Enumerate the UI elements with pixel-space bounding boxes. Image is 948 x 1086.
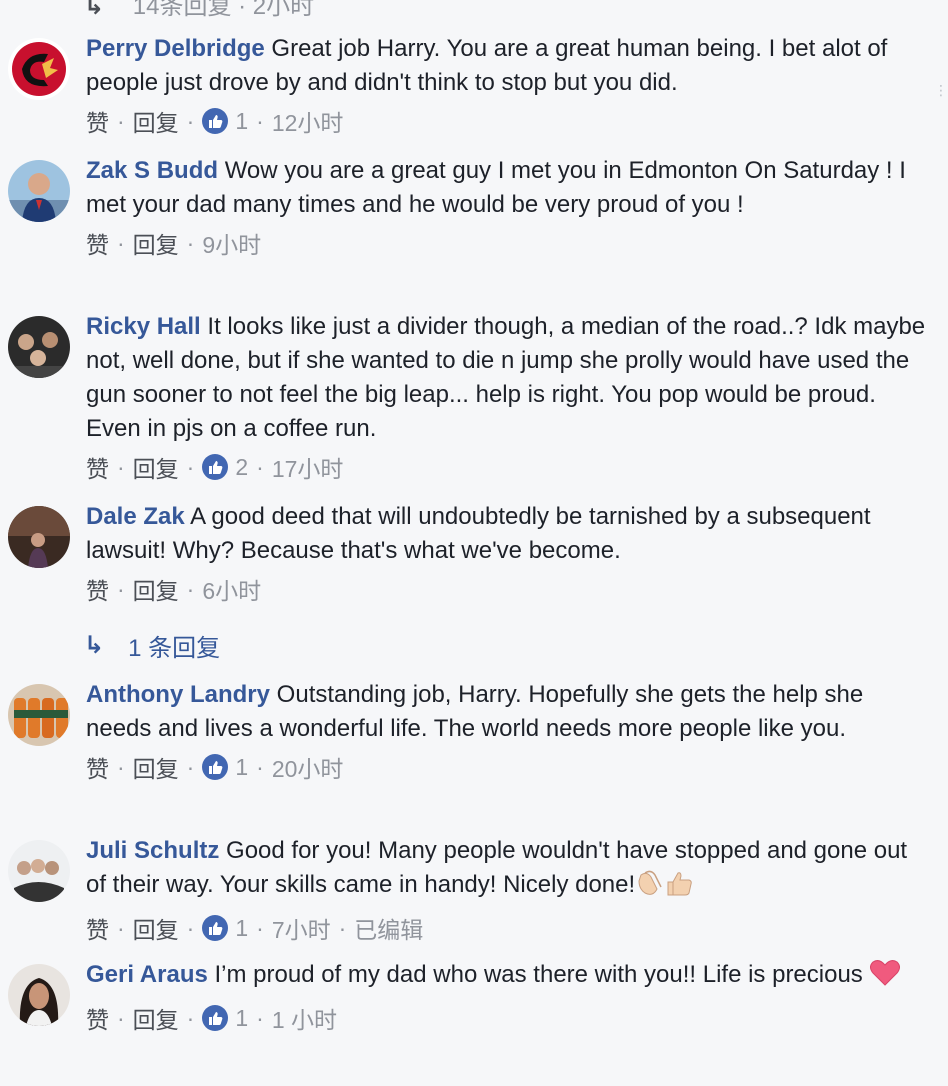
timestamp[interactable]: 9小时 (202, 226, 261, 260)
commenter-name[interactable]: Ricky Hall (86, 313, 201, 340)
separator: · (117, 914, 125, 941)
commenter-name[interactable]: Dale Zak (86, 503, 185, 530)
reply-arrow-icon: ↳ (84, 632, 105, 659)
like-button[interactable]: 赞 (86, 1001, 109, 1035)
reply-button[interactable]: 回复 (133, 226, 179, 260)
comment-actions: 赞 · 回复 · 1 · 20小时 (86, 750, 926, 784)
separator: · (186, 453, 195, 480)
thumbs-up-emoji-icon (665, 869, 695, 907)
like-button[interactable]: 赞 (86, 104, 109, 138)
like-count[interactable]: 1 (235, 915, 248, 942)
separator: · (256, 914, 264, 941)
commenter-name[interactable]: Anthony Landry (86, 681, 270, 708)
like-button[interactable]: 赞 (86, 572, 109, 606)
thumbs-up-icon[interactable] (202, 454, 229, 480)
avatar[interactable] (8, 506, 70, 568)
comment-text: Zak S Budd Wow you are a great guy I met… (86, 154, 926, 222)
thumbs-up-icon[interactable] (202, 1005, 229, 1031)
reply-button[interactable]: 回复 (133, 104, 179, 138)
separator: · (117, 229, 125, 256)
commenter-name[interactable]: Perry Delbridge (86, 35, 265, 62)
comment-text: Geri Araus I’m proud of my dad who was t… (86, 958, 926, 997)
separator: · (117, 107, 125, 134)
reply-button[interactable]: 回复 (133, 572, 179, 606)
avatar[interactable] (8, 38, 70, 100)
avatar[interactable] (8, 684, 70, 746)
comment-actions: 赞 · 回复 · 1 · 12小时 (86, 104, 926, 138)
avatar[interactable] (8, 160, 70, 222)
separator: · (256, 753, 264, 780)
like-count[interactable]: 1 (235, 108, 248, 135)
separator: · (186, 107, 195, 134)
separator: · (186, 575, 195, 602)
heart-icon (869, 959, 901, 997)
separator: · (338, 914, 347, 941)
comment-actions: 赞 · 回复 · 1 · 1 小时 (86, 1001, 926, 1035)
timestamp[interactable]: 7小时 (272, 911, 331, 945)
edited-label[interactable]: 已编辑 (354, 911, 423, 945)
comment-text: Dale Zak A good deed that will undoubted… (86, 500, 926, 568)
view-replies-link[interactable]: ↳ 1 条回复 (84, 628, 220, 663)
separator: · (186, 753, 195, 780)
commenter-name[interactable]: Juli Schultz (86, 837, 219, 864)
timestamp[interactable]: 6小时 (202, 572, 261, 606)
separator: · (256, 453, 264, 480)
like-button[interactable]: 赞 (86, 450, 109, 484)
thumbs-up-icon[interactable] (202, 754, 229, 780)
previous-replies-label: 14条回复 · 2小时 (132, 0, 315, 20)
comment-actions: 赞 · 回复 · 9小时 (86, 226, 926, 260)
timestamp[interactable]: 20小时 (272, 750, 344, 784)
separator: · (256, 107, 264, 134)
comment-actions: 赞 · 回复 · 2 · 17小时 (86, 450, 926, 484)
separator: · (186, 229, 195, 256)
separator: · (117, 1004, 125, 1031)
comment-text: Juli Schultz Good for you! Many people w… (86, 834, 926, 907)
comment-body: I’m proud of my dad who was there with y… (214, 961, 863, 988)
separator: · (117, 453, 125, 480)
avatar[interactable] (8, 316, 70, 378)
replies-count-label: 1 条回复 (128, 635, 221, 662)
comment-text: Anthony Landry Outstanding job, Harry. H… (86, 678, 926, 746)
separator: · (117, 575, 125, 602)
separator: · (186, 1004, 195, 1031)
comment-text: Perry Delbridge Great job Harry. You are… (86, 32, 926, 100)
comment-body: It looks like just a divider though, a m… (86, 313, 926, 442)
clapping-hands-icon (635, 869, 665, 907)
timestamp[interactable]: 1 小时 (272, 1001, 337, 1035)
reply-arrow-icon: ↳ (84, 0, 105, 20)
like-count[interactable]: 1 (235, 1005, 248, 1032)
timestamp[interactable]: 17小时 (272, 450, 344, 484)
like-button[interactable]: 赞 (86, 911, 109, 945)
thumbs-up-icon[interactable] (202, 915, 229, 941)
separator: · (256, 1004, 264, 1031)
separator: · (186, 914, 195, 941)
reply-button[interactable]: 回复 (133, 1001, 179, 1035)
reply-button[interactable]: 回复 (133, 911, 179, 945)
avatar[interactable] (8, 964, 70, 1026)
like-count[interactable]: 2 (235, 454, 248, 481)
commenter-name[interactable]: Zak S Budd (86, 157, 218, 184)
timestamp[interactable]: 12小时 (272, 104, 344, 138)
reply-button[interactable]: 回复 (133, 750, 179, 784)
comment-actions: 赞 · 回复 · 6小时 (86, 572, 926, 606)
previous-replies-link[interactable]: ↳ 14条回复 · 2小时 (84, 0, 314, 21)
thumbs-up-icon[interactable] (202, 108, 229, 134)
like-button[interactable]: 赞 (86, 226, 109, 260)
separator: · (117, 753, 125, 780)
commenter-name[interactable]: Geri Araus (86, 961, 208, 988)
comment-text: Ricky Hall It looks like just a divider … (86, 310, 926, 446)
comment-options-icon[interactable]: ⋮ (934, 82, 948, 98)
avatar[interactable] (8, 840, 70, 902)
like-button[interactable]: 赞 (86, 750, 109, 784)
like-count[interactable]: 1 (235, 754, 248, 781)
comment-actions: 赞 · 回复 · 1 · 7小时 · 已编辑 (86, 911, 926, 945)
reply-button[interactable]: 回复 (133, 450, 179, 484)
comment-body: A good deed that will undoubtedly be tar… (86, 503, 871, 564)
